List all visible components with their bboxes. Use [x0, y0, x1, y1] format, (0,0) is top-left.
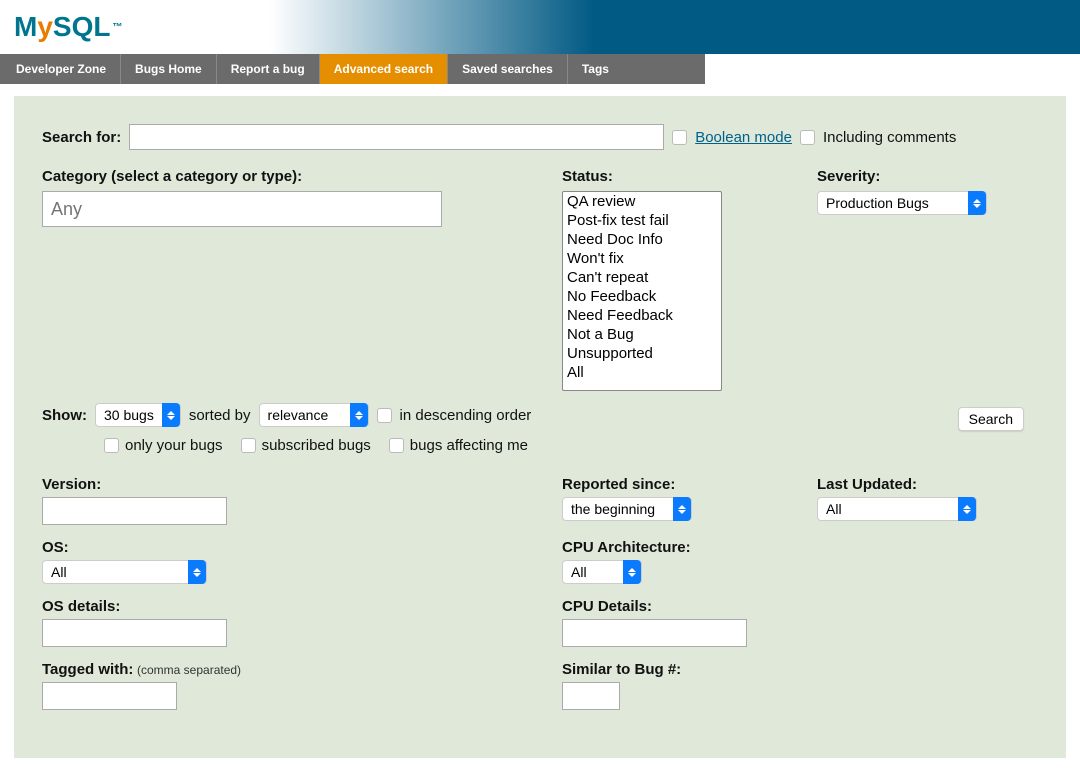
status-option: Not a Bug [563, 325, 721, 344]
status-option: Need Feedback [563, 306, 721, 325]
cpu-details-label: CPU Details: [562, 598, 797, 615]
sort-field-value: relevance [268, 407, 329, 423]
show-count-select[interactable]: 30 bugs [95, 403, 181, 427]
header: MySQL™ [0, 0, 1080, 54]
os-details-label: OS details: [42, 598, 542, 615]
subscribed-bugs-label: subscribed bugs [262, 437, 371, 454]
version-label: Version: [42, 476, 542, 493]
dropdown-arrows-icon [673, 497, 691, 521]
severity-label: Severity: [817, 168, 1057, 185]
only-your-bugs-checkbox[interactable] [104, 438, 119, 453]
status-option: All [563, 363, 721, 382]
descending-label: in descending order [400, 407, 532, 424]
dropdown-arrows-icon [623, 560, 641, 584]
nav-bugs-home[interactable]: Bugs Home [121, 54, 217, 84]
descending-checkbox[interactable] [377, 408, 392, 423]
cpu-arch-value: All [571, 564, 587, 580]
os-details-input[interactable] [42, 619, 227, 647]
cpu-arch-label: CPU Architecture: [562, 539, 797, 556]
severity-selected: Production Bugs [826, 195, 929, 211]
similar-bug-input[interactable] [562, 682, 620, 710]
search-button[interactable]: Search [958, 407, 1024, 431]
status-option: Post-fix test fail [563, 211, 721, 230]
subscribed-bugs-checkbox[interactable] [241, 438, 256, 453]
bugs-affecting-me-checkbox[interactable] [389, 438, 404, 453]
boolean-mode-checkbox[interactable] [672, 130, 687, 145]
os-select[interactable]: All [42, 560, 207, 584]
nav-developer-zone[interactable]: Developer Zone [2, 54, 121, 84]
dropdown-arrows-icon [968, 191, 986, 215]
mysql-logo: MySQL™ [14, 11, 122, 43]
last-updated-select[interactable]: All [817, 497, 977, 521]
os-label: OS: [42, 539, 542, 556]
reported-since-label: Reported since: [562, 476, 797, 493]
tagged-with-hint: (comma separated) [137, 663, 241, 677]
last-updated-label: Last Updated: [817, 476, 1057, 493]
including-comments-checkbox[interactable] [800, 130, 815, 145]
nav-report-a-bug[interactable]: Report a bug [217, 54, 320, 84]
search-input[interactable] [129, 124, 664, 150]
nav-saved-searches[interactable]: Saved searches [448, 54, 568, 84]
severity-select[interactable]: Production Bugs [817, 191, 987, 215]
bugs-affecting-me-label: bugs affecting me [410, 437, 528, 454]
status-listbox[interactable]: QA review Post-fix test fail Need Doc In… [562, 191, 722, 391]
cpu-details-input[interactable] [562, 619, 747, 647]
show-label: Show: [42, 407, 87, 424]
status-option: No Feedback [563, 287, 721, 306]
search-for-label: Search for: [42, 129, 121, 146]
search-form-container: Search for: Boolean mode Including comme… [14, 96, 1066, 758]
status-option: Need Doc Info [563, 230, 721, 249]
show-count-value: 30 bugs [104, 407, 154, 423]
boolean-mode-link[interactable]: Boolean mode [695, 129, 792, 146]
dropdown-arrows-icon [188, 560, 206, 584]
os-value: All [51, 564, 67, 580]
dropdown-arrows-icon [350, 403, 368, 427]
including-comments-label: Including comments [823, 129, 956, 146]
version-input[interactable] [42, 497, 227, 525]
only-your-bugs-label: only your bugs [125, 437, 223, 454]
nav-tags[interactable]: Tags [568, 54, 623, 84]
nav-advanced-search[interactable]: Advanced search [320, 54, 448, 84]
dropdown-arrows-icon [958, 497, 976, 521]
sort-field-select[interactable]: relevance [259, 403, 369, 427]
similar-bug-label: Similar to Bug #: [562, 661, 797, 678]
dropdown-arrows-icon [162, 403, 180, 427]
status-option: Can't repeat [563, 268, 721, 287]
status-label: Status: [562, 168, 797, 185]
cpu-arch-select[interactable]: All [562, 560, 642, 584]
status-option: Unsupported [563, 344, 721, 363]
sorted-by-label: sorted by [189, 407, 251, 424]
category-input[interactable] [42, 191, 442, 227]
category-label: Category (select a category or type): [42, 168, 542, 185]
last-updated-value: All [826, 501, 842, 517]
reported-since-value: the beginning [571, 501, 655, 517]
reported-since-select[interactable]: the beginning [562, 497, 692, 521]
status-option: Won't fix [563, 249, 721, 268]
status-option: QA review [563, 192, 721, 211]
tagged-with-input[interactable] [42, 682, 177, 710]
main-navbar: Developer Zone Bugs Home Report a bug Ad… [0, 54, 705, 84]
tagged-with-label: Tagged with: [42, 661, 133, 678]
